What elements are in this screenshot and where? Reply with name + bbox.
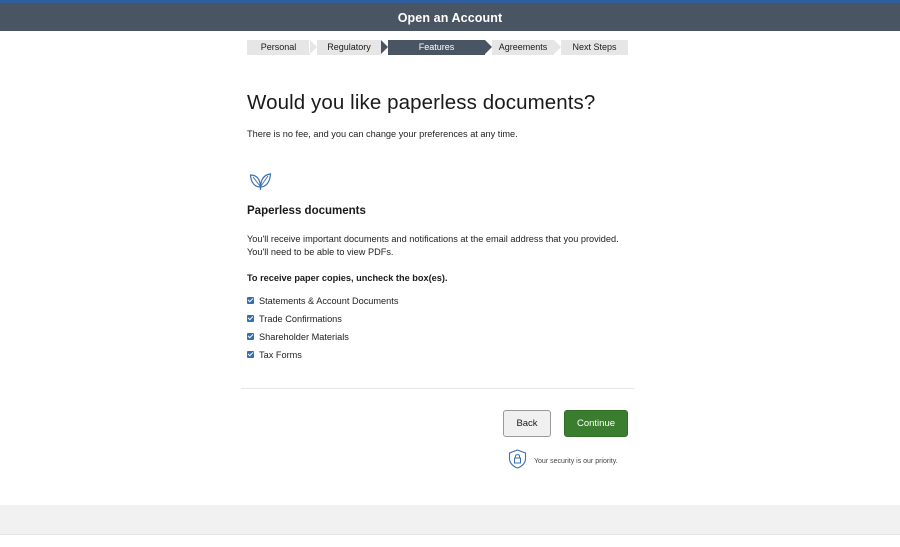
security-text: Your security is our priority. <box>534 457 618 465</box>
checkbox-label: Shareholder Materials <box>259 332 349 342</box>
checkbox-label: Tax Forms <box>259 350 302 360</box>
step-next-steps: Next Steps <box>561 40 628 55</box>
description-line: You'll receive important documents and n… <box>247 234 619 244</box>
step-personal: Personal <box>247 40 310 55</box>
checkbox-checked[interactable] <box>247 350 254 358</box>
checkbox-checked[interactable] <box>247 314 254 322</box>
section-title: Paperless documents <box>247 205 366 217</box>
step-separator <box>310 40 317 54</box>
page-title: Would you like paperless documents? <box>247 91 596 114</box>
checkbox-label: Trade Confirmations <box>259 314 342 324</box>
checkbox-tax-forms[interactable]: Tax Forms <box>247 349 302 361</box>
checkbox-checked[interactable] <box>247 332 254 340</box>
step-label: Regulatory <box>327 42 371 52</box>
description-line: You'll need to be able to view PDFs. <box>247 247 394 257</box>
leaf-icon <box>249 170 272 191</box>
paperless-description: You'll receive important documents and n… <box>247 233 647 259</box>
step-label: Agreements <box>498 42 548 52</box>
paper-copies-instruction: To receive paper copies, uncheck the box… <box>247 273 448 283</box>
checkbox-statements[interactable]: Statements & Account Documents <box>247 295 398 307</box>
step-separator <box>485 40 492 54</box>
checkbox-checked[interactable] <box>247 296 254 304</box>
continue-button[interactable]: Continue <box>564 410 628 437</box>
step-label: Features <box>418 42 455 52</box>
shield-lock-icon <box>508 448 527 474</box>
step-label: Next Steps <box>572 42 617 52</box>
footer-band <box>0 505 900 534</box>
step-agreements: Agreements <box>492 40 554 55</box>
footer-strip <box>0 534 900 547</box>
progress-stepper: Personal Regulatory Features Agreements … <box>247 40 628 55</box>
page-header-title: Open an Account <box>397 11 503 25</box>
checkbox-shareholder-materials[interactable]: Shareholder Materials <box>247 331 349 343</box>
security-notice: Your security is our priority. <box>508 448 618 474</box>
checkbox-label: Statements & Account Documents <box>259 296 399 306</box>
step-regulatory: Regulatory <box>317 40 381 55</box>
step-separator <box>554 40 561 54</box>
step-separator <box>381 40 388 54</box>
step-features: Features <box>388 40 485 55</box>
step-label: Personal <box>260 42 297 52</box>
checkbox-trade-confirmations[interactable]: Trade Confirmations <box>247 313 342 325</box>
page-subtitle: There is no fee, and you can change your… <box>247 129 518 139</box>
section-divider <box>241 388 634 389</box>
back-button[interactable]: Back <box>503 410 551 437</box>
app-header: Open an Account <box>0 0 900 31</box>
